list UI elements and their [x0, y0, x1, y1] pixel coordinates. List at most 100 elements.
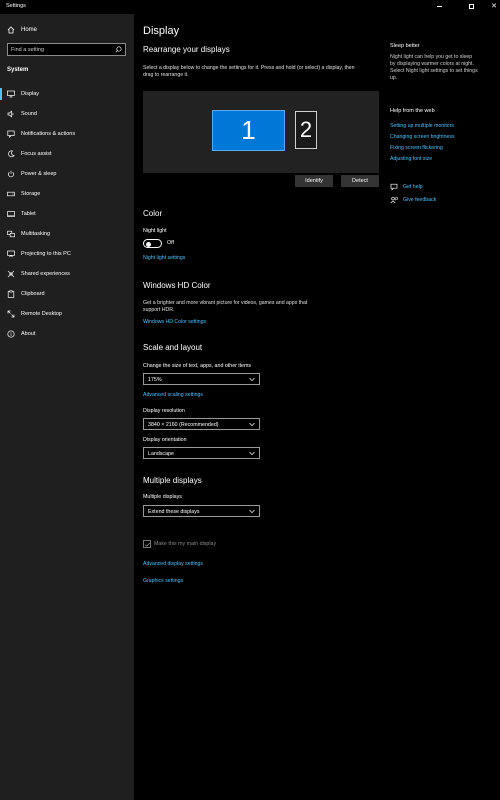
- graphics-settings-link[interactable]: Graphics settings: [143, 578, 183, 584]
- text-size-dropdown[interactable]: 175%: [143, 373, 260, 385]
- home-icon: [7, 26, 15, 34]
- advanced-display-link-text[interactable]: Advanced display settings: [143, 561, 203, 567]
- night-light-toggle[interactable]: [143, 239, 162, 248]
- sidebar-item-label: Remote Desktop: [21, 311, 62, 317]
- sleep-better-line3: Select Night light settings to set thing…: [390, 68, 478, 74]
- detect-button[interactable]: Detect: [341, 175, 379, 187]
- minimize-icon: [436, 6, 442, 7]
- page-title: Display: [143, 25, 180, 37]
- sidebar-item-label: Shared experiences: [21, 271, 70, 277]
- scale-heading: Scale and layout: [143, 343, 203, 352]
- advanced-scaling-link[interactable]: Advanced scaling settings: [143, 392, 203, 398]
- checkmark-icon: [144, 542, 151, 547]
- sidebar-item-focus-assist[interactable]: Focus assist: [0, 144, 134, 164]
- close-icon: ✕: [491, 3, 497, 10]
- sidebar-item-about[interactable]: About: [0, 324, 134, 344]
- main-display-label: Make this my main display: [154, 541, 217, 547]
- get-help-link[interactable]: Get help: [390, 183, 423, 191]
- resolution-label: Display resolution: [143, 408, 185, 414]
- chat-help-icon: [390, 183, 398, 191]
- power-icon: [8, 170, 14, 178]
- sidebar-item-display[interactable]: Display: [0, 84, 134, 104]
- sidebar-item-projecting[interactable]: Projecting to this PC: [0, 244, 134, 264]
- sidebar-nav: Display Sound Notifications & actions Fo…: [0, 84, 134, 344]
- main-content: Display Rearrange your displays Select a…: [134, 14, 500, 800]
- maximize-button[interactable]: [465, 2, 477, 11]
- chevron-down-icon: [249, 451, 255, 456]
- sidebar-item-label: Display: [21, 91, 40, 97]
- sidebar-item-sound[interactable]: Sound: [0, 104, 134, 124]
- sidebar-item-label: About: [21, 331, 36, 337]
- sidebar-item-label: Notifications & actions: [21, 131, 76, 137]
- minimize-button[interactable]: [433, 2, 445, 11]
- maximize-icon: [468, 4, 474, 9]
- sidebar-item-storage[interactable]: Storage: [0, 184, 134, 204]
- help-link-multiple-monitors[interactable]: Setting up multiple monitors: [390, 123, 454, 129]
- give-feedback-link[interactable]: Give feedback: [390, 196, 436, 204]
- chevron-down-icon: [249, 377, 255, 382]
- display-arrangement-area: 1 2: [143, 91, 379, 173]
- orientation-label: Display orientation: [143, 437, 187, 443]
- sidebar-item-notifications[interactable]: Notifications & actions: [0, 124, 134, 144]
- night-light-settings-link[interactable]: Night light settings: [143, 255, 185, 261]
- home-link[interactable]: Home: [7, 26, 37, 34]
- sidebar-item-label: Clipboard: [21, 291, 45, 297]
- monitor-2[interactable]: 2: [295, 111, 317, 149]
- text-size-label: Change the size of text, apps, and other…: [143, 363, 252, 369]
- sidebar-item-label: Tablet: [21, 211, 36, 217]
- projecting-icon: [7, 250, 15, 258]
- orientation-value: Landscape: [148, 450, 174, 457]
- rearrange-description-line2: drag to rearrange it.: [143, 72, 189, 78]
- sidebar-item-shared-experiences[interactable]: Shared experiences: [0, 264, 134, 284]
- monitor-1[interactable]: 1: [212, 110, 285, 151]
- text-size-value: 175%: [148, 376, 162, 383]
- moon-icon: [8, 150, 15, 158]
- close-button[interactable]: ✕: [488, 2, 500, 11]
- feedback-icon: [390, 196, 398, 204]
- give-feedback-label: Give feedback: [403, 197, 437, 203]
- sidebar-item-remote-desktop[interactable]: Remote Desktop: [0, 304, 134, 324]
- sidebar-item-label: Multitasking: [21, 231, 51, 237]
- sidebar-item-clipboard[interactable]: Clipboard: [0, 284, 134, 304]
- rearrange-description-line1: Select a display below to change the set…: [143, 65, 355, 71]
- speaker-icon: [7, 110, 14, 118]
- info-icon: [7, 330, 15, 338]
- identify-button[interactable]: Identify: [295, 175, 333, 187]
- section-label-system: System: [7, 67, 29, 73]
- sleep-better-title: Sleep better: [390, 43, 420, 49]
- multiple-displays-dropdown[interactable]: Extend these displays: [143, 505, 260, 517]
- resolution-value: 3840 × 2160 (Recommended): [148, 421, 219, 428]
- multitasking-icon: [7, 230, 15, 238]
- search-box[interactable]: [7, 43, 126, 56]
- title-bar: Settings ✕: [0, 0, 500, 14]
- chevron-down-icon: [249, 509, 255, 514]
- multiple-displays-label: Multiple displays: [143, 494, 182, 500]
- main-display-checkbox[interactable]: [143, 540, 151, 548]
- get-help-label: Get help: [403, 184, 423, 190]
- sidebar-item-label: Storage: [21, 191, 41, 197]
- monitor-icon: [7, 90, 15, 98]
- hdr-heading: Windows HD Color: [143, 281, 211, 290]
- help-title: Help from the web: [390, 108, 435, 114]
- night-light-label: Night light: [143, 228, 167, 234]
- home-label: Home: [21, 27, 38, 33]
- sleep-better-line2: by displaying warmer colors at night.: [390, 61, 474, 67]
- help-link-font-size[interactable]: Adjusting font size: [390, 156, 432, 162]
- search-input[interactable]: [11, 45, 111, 54]
- help-link-flickering[interactable]: Fixing screen flickering: [390, 145, 443, 151]
- sidebar-item-tablet[interactable]: Tablet: [0, 204, 134, 224]
- window-title: Settings: [6, 3, 26, 9]
- sidebar-item-multitasking[interactable]: Multitasking: [0, 224, 134, 244]
- night-light-state: Off: [167, 240, 174, 246]
- clipboard-icon: [7, 290, 15, 298]
- sleep-better-line4: up.: [390, 75, 398, 81]
- multiple-displays-heading: Multiple displays: [143, 476, 202, 485]
- help-link-brightness[interactable]: Changing screen brightness: [390, 134, 455, 140]
- sidebar-item-power-sleep[interactable]: Power & sleep: [0, 164, 134, 184]
- storage-icon: [7, 191, 15, 197]
- chevron-down-icon: [249, 422, 255, 427]
- hdr-settings-link[interactable]: Windows HD Color settings: [143, 319, 206, 325]
- orientation-dropdown[interactable]: Landscape: [143, 447, 260, 459]
- tablet-icon: [7, 211, 15, 217]
- resolution-dropdown[interactable]: 3840 × 2160 (Recommended): [143, 418, 260, 430]
